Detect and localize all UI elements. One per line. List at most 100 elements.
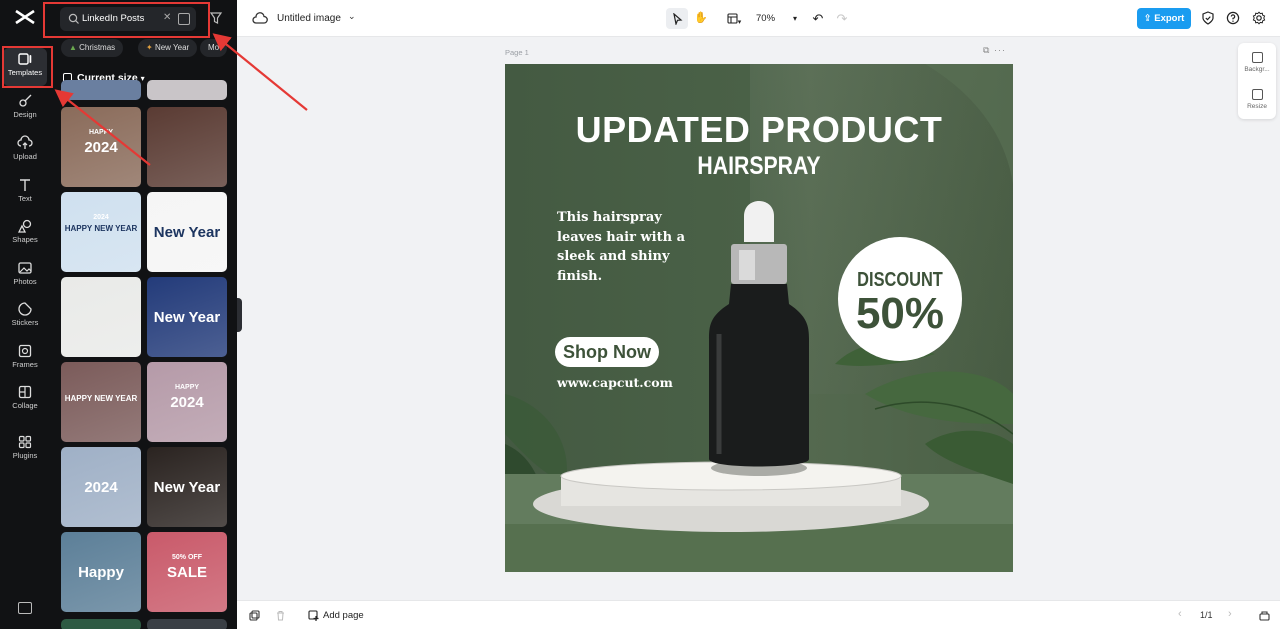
more-options-icon[interactable]: ··· <box>994 45 1006 55</box>
background-tool-label: Backgr... <box>1244 66 1270 73</box>
select-tool-button[interactable] <box>666 8 688 29</box>
design-shop-button[interactable]: Shop Now <box>555 337 659 367</box>
template-thumbnail[interactable]: HAPPY NEW YEAR <box>61 362 141 442</box>
hand-tool-button[interactable]: ✋ <box>690 8 712 29</box>
rail-item-stickers[interactable]: Stickers <box>3 298 47 336</box>
export-button[interactable]: ⇪ Export <box>1137 8 1191 29</box>
cloud-sync-icon[interactable] <box>252 12 268 24</box>
rail-item-label: Photos <box>13 277 37 286</box>
page-actions[interactable]: ⧉ ··· <box>983 45 1006 56</box>
upload-arrow-icon: ⇪ <box>1143 13 1152 24</box>
template-thumbnail[interactable]: 50% OFF SALE <box>147 532 227 612</box>
design-description[interactable]: This hairspray leaves hair with a sleek … <box>557 208 707 286</box>
template-thumbnail[interactable] <box>61 80 141 100</box>
thumbnail-title: New Year <box>153 224 221 241</box>
template-thumbnail[interactable]: HAPPY 2024 <box>61 107 141 187</box>
rail-item-shapes[interactable]: Shapes <box>3 215 47 253</box>
rail-item-label: Design <box>13 110 37 119</box>
template-thumbnail[interactable] <box>147 80 227 100</box>
rail-item-text[interactable]: Text <box>3 174 47 212</box>
thumbnail-caption: 2024 <box>93 214 109 221</box>
layout-tool-button[interactable]: ▾ <box>721 8 747 29</box>
thumbnail-title: 2024 <box>84 479 118 496</box>
keyboard-shortcuts-icon[interactable] <box>18 602 32 614</box>
discount-badge[interactable]: DISCOUNT 50% <box>838 237 962 361</box>
rail-item-photos[interactable]: Photos <box>3 257 47 295</box>
chevron-down-icon[interactable]: ⌄ <box>348 11 356 22</box>
capcut-logo-icon[interactable] <box>13 8 37 30</box>
resize-tool-label: Resize <box>1247 103 1267 110</box>
resize-icon <box>1251 89 1263 100</box>
layout-icon <box>727 13 738 24</box>
redo-icon[interactable]: ↷ <box>831 8 853 29</box>
design-url[interactable]: www.capcut.com <box>557 375 673 390</box>
layers-icon[interactable] <box>249 610 260 621</box>
design-icon <box>19 94 32 107</box>
thumbnail-title: HAPPY NEW YEAR <box>64 394 138 403</box>
background-icon <box>1251 52 1263 63</box>
page-counter: 1/1 <box>1200 610 1213 620</box>
chevron-down-icon: ▾ <box>737 19 742 26</box>
filter-icon[interactable] <box>208 10 224 26</box>
zoom-level[interactable]: 70% <box>756 13 775 24</box>
rail-item-label: Text <box>18 194 32 203</box>
thumbnail-title: HAPPY NEW YEAR <box>64 224 138 233</box>
thumbnail-title: Happy <box>78 564 124 581</box>
template-thumbnail[interactable]: New Year <box>147 192 227 272</box>
rail-item-design[interactable]: Design <box>3 90 47 128</box>
gear-icon[interactable] <box>1252 11 1266 25</box>
next-page-icon[interactable]: › <box>1228 608 1232 620</box>
template-thumbnail[interactable] <box>61 619 141 629</box>
template-thumbnail[interactable] <box>147 619 227 629</box>
frames-icon <box>18 344 32 358</box>
template-thumbnail[interactable]: 2024 <box>61 447 141 527</box>
rail-item-frames[interactable]: Frames <box>3 340 47 378</box>
help-icon[interactable] <box>1226 11 1240 25</box>
template-thumbnail[interactable] <box>61 277 141 357</box>
resize-tool[interactable]: Resize <box>1238 89 1276 110</box>
chip-christmas[interactable]: ▲ Christmas <box>61 39 124 57</box>
template-thumbnail[interactable]: Happy <box>61 532 141 612</box>
templates-panel: LinkedIn Posts ✕ ▲ Christmas ✦ New Year … <box>50 0 237 629</box>
hand-icon: ✋ <box>694 12 708 24</box>
side-tools: Backgr... Resize <box>1238 43 1276 119</box>
thumbnail-title: SALE <box>166 564 207 581</box>
chevron-down-icon: ▾ <box>140 74 145 83</box>
template-thumbnail[interactable]: New Year <box>147 277 227 357</box>
rail-item-label: Collage <box>12 401 38 410</box>
chip-label: Mo <box>208 43 220 52</box>
template-thumbnail[interactable]: New Year <box>147 447 227 527</box>
template-thumbnail[interactable]: 2024 HAPPY NEW YEAR <box>61 192 141 272</box>
rail-item-upload[interactable]: Upload <box>3 132 47 170</box>
rail-item-label: Plugins <box>12 451 38 460</box>
design-subtitle[interactable]: HAIRSPRAY <box>543 152 975 181</box>
document-title[interactable]: Untitled image <box>277 13 341 24</box>
rail-item-plugins[interactable]: Plugins <box>3 431 47 469</box>
zoom-dropdown-chevron-icon[interactable]: ▾ <box>784 8 806 29</box>
collapse-panel-handle[interactable] <box>237 298 242 332</box>
top-toolbar: Untitled image ⌄ ✋ ▾ 70% ▾ ↶ ↷ ⇪ Export <box>237 0 1280 37</box>
template-thumbnail[interactable]: HAPPY 2024 <box>147 362 227 442</box>
chip-more[interactable]: Mo <box>200 39 228 57</box>
undo-icon[interactable]: ↶ <box>807 8 829 29</box>
design-title[interactable]: UPDATED PRODUCT <box>505 109 1013 151</box>
export-label: Export <box>1154 13 1185 24</box>
thumbnail-title: 2024 <box>84 139 118 156</box>
thumbnail-title: New Year <box>153 479 221 496</box>
rail-item-collage[interactable]: Collage <box>3 381 47 419</box>
trash-icon[interactable] <box>275 610 286 621</box>
previous-page-icon[interactable]: ‹ <box>1178 608 1182 620</box>
duplicate-page-icon[interactable]: ⧉ <box>983 45 990 55</box>
add-page-button[interactable]: Add page <box>323 610 364 621</box>
background-tool[interactable]: Backgr... <box>1238 52 1276 73</box>
page-label: Page 1 <box>505 48 529 57</box>
page-grid-icon[interactable] <box>1259 610 1270 621</box>
rail-item-label: Stickers <box>11 318 39 327</box>
chip-new-year[interactable]: ✦ New Year <box>138 39 198 57</box>
upload-icon <box>17 135 33 149</box>
shield-icon[interactable] <box>1201 11 1215 25</box>
template-thumbnail[interactable] <box>147 107 227 187</box>
photos-icon <box>18 262 32 274</box>
add-page-icon[interactable] <box>308 610 319 621</box>
design-canvas[interactable]: UPDATED PRODUCT HAIRSPRAY This hairspray… <box>505 64 1013 572</box>
